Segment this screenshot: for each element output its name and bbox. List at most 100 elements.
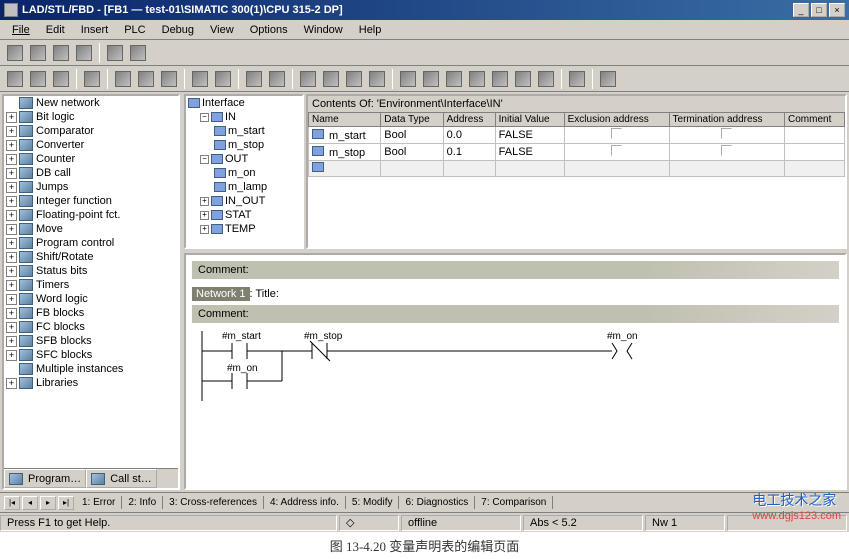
table-row-empty[interactable]: [309, 161, 845, 177]
tb-view3-icon[interactable]: [366, 68, 388, 90]
catalog-item[interactable]: +Bit logic: [4, 110, 178, 124]
column-header[interactable]: Data Type: [381, 113, 443, 127]
tb-undo-icon[interactable]: [189, 68, 211, 90]
tb-back-icon[interactable]: [104, 42, 126, 64]
column-header[interactable]: Comment: [785, 113, 845, 127]
tb-copy-icon[interactable]: [135, 68, 157, 90]
nav-first-icon[interactable]: |◂: [4, 496, 20, 510]
catalog-item[interactable]: +Shift/Rotate: [4, 250, 178, 264]
output-tab[interactable]: 6: Diagnostics: [399, 496, 475, 509]
output-tab[interactable]: 2: Info: [122, 496, 163, 509]
catalog-item[interactable]: +Word logic: [4, 292, 178, 306]
iface-in-var[interactable]: m_start: [186, 124, 302, 138]
catalog-item[interactable]: +Move: [4, 222, 178, 236]
menu-view[interactable]: View: [202, 22, 242, 38]
iface-out[interactable]: −OUT: [186, 152, 302, 166]
block-comment[interactable]: Comment:: [192, 261, 839, 279]
tb-prev-icon[interactable]: [27, 42, 49, 64]
catalog-item[interactable]: Multiple instances: [4, 362, 178, 376]
maximize-button[interactable]: □: [811, 3, 827, 17]
tb-goto-icon[interactable]: [566, 68, 588, 90]
catalog-item[interactable]: +Libraries: [4, 376, 178, 390]
output-tab[interactable]: 1: Error: [76, 496, 122, 509]
output-tab[interactable]: 4: Address info.: [264, 496, 346, 509]
tb-left-icon[interactable]: [4, 42, 26, 64]
catalog-item[interactable]: +Program control: [4, 236, 178, 250]
catalog-item[interactable]: +Status bits: [4, 264, 178, 278]
iface-stat[interactable]: +STAT: [186, 208, 302, 222]
menu-help[interactable]: Help: [351, 22, 390, 38]
minimize-button[interactable]: _: [793, 3, 809, 17]
output-tab[interactable]: 7: Comparison: [475, 496, 553, 509]
iface-in[interactable]: −IN: [186, 110, 302, 124]
tb-new-icon[interactable]: [4, 68, 26, 90]
catalog-item[interactable]: New network: [4, 96, 178, 110]
tb-branch-open-icon[interactable]: [489, 68, 511, 90]
menu-window[interactable]: Window: [296, 22, 351, 38]
column-header[interactable]: Initial Value: [495, 113, 564, 127]
tb-fwd-icon[interactable]: [127, 42, 149, 64]
column-header[interactable]: Termination address: [669, 113, 785, 127]
tb-branch-close-icon[interactable]: [512, 68, 534, 90]
output-tab[interactable]: 5: Modify: [346, 496, 400, 509]
menu-insert[interactable]: Insert: [73, 22, 117, 38]
catalog-item[interactable]: +Jumps: [4, 180, 178, 194]
iface-root[interactable]: Interface: [186, 96, 302, 110]
catalog-item[interactable]: +SFC blocks: [4, 348, 178, 362]
tb-contact-nc-icon[interactable]: [420, 68, 442, 90]
tb-paste-icon[interactable]: [158, 68, 180, 90]
close-button[interactable]: ×: [829, 3, 845, 17]
nav-last-icon[interactable]: ▸|: [58, 496, 74, 510]
network-title-line[interactable]: Network 1: Title:: [192, 287, 839, 301]
table-row[interactable]: m_stopBool0.1FALSE: [309, 144, 845, 161]
tb-download-icon[interactable]: [243, 68, 265, 90]
catalog-tree[interactable]: New network+Bit logic+Comparator+Convert…: [4, 96, 178, 468]
menu-plc[interactable]: PLC: [116, 22, 153, 38]
tb-conn-icon[interactable]: [535, 68, 557, 90]
tb-monitor-icon[interactable]: [266, 68, 288, 90]
tb-print-icon[interactable]: [81, 68, 103, 90]
tb-help-icon[interactable]: [597, 68, 619, 90]
iface-in-var[interactable]: m_stop: [186, 138, 302, 152]
code-editor[interactable]: Comment: Network 1: Title: Comment:: [184, 253, 847, 490]
iface-temp[interactable]: +TEMP: [186, 222, 302, 236]
ladder-diagram[interactable]: #m_start #m_stop #m_on #m_on: [192, 331, 839, 401]
iface-inout[interactable]: +IN_OUT: [186, 194, 302, 208]
tb-box-icon[interactable]: [466, 68, 488, 90]
network-comment[interactable]: Comment:: [192, 305, 839, 323]
nav-next-icon[interactable]: ▸: [40, 496, 56, 510]
tb-coil-icon[interactable]: [443, 68, 465, 90]
tb-redo-icon[interactable]: [212, 68, 234, 90]
tb-cut-icon[interactable]: [112, 68, 134, 90]
tb-contact-no-icon[interactable]: [397, 68, 419, 90]
tb-save-icon[interactable]: [50, 68, 72, 90]
tab-program[interactable]: Program…: [4, 469, 86, 488]
column-header[interactable]: Address: [443, 113, 495, 127]
catalog-item[interactable]: +Counter: [4, 152, 178, 166]
iface-out-var[interactable]: m_lamp: [186, 180, 302, 194]
catalog-item[interactable]: +Floating-point fct.: [4, 208, 178, 222]
variable-table[interactable]: NameData TypeAddressInitial ValueExclusi…: [308, 112, 845, 177]
menu-debug[interactable]: Debug: [154, 22, 202, 38]
column-header[interactable]: Name: [309, 113, 381, 127]
interface-tree[interactable]: Interface −IN m_start m_stop −OUT m_on m…: [184, 94, 304, 249]
output-tab[interactable]: 3: Cross-references: [163, 496, 264, 509]
catalog-item[interactable]: +Integer function: [4, 194, 178, 208]
menu-file[interactable]: File: [4, 22, 38, 38]
column-header[interactable]: Exclusion address: [564, 113, 669, 127]
tab-call-structure[interactable]: Call st…: [86, 469, 157, 488]
tb-right-icon[interactable]: [73, 42, 95, 64]
tb-view1-icon[interactable]: [320, 68, 342, 90]
menu-options[interactable]: Options: [242, 22, 296, 38]
catalog-item[interactable]: +Comparator: [4, 124, 178, 138]
catalog-item[interactable]: +DB call: [4, 166, 178, 180]
tb-open-icon[interactable]: [27, 68, 49, 90]
tb-network-icon[interactable]: [297, 68, 319, 90]
catalog-item[interactable]: +SFB blocks: [4, 334, 178, 348]
tb-view2-icon[interactable]: [343, 68, 365, 90]
catalog-item[interactable]: +FB blocks: [4, 306, 178, 320]
tb-next-icon[interactable]: [50, 42, 72, 64]
menu-edit[interactable]: Edit: [38, 22, 73, 38]
catalog-item[interactable]: +Converter: [4, 138, 178, 152]
nav-prev-icon[interactable]: ◂: [22, 496, 38, 510]
